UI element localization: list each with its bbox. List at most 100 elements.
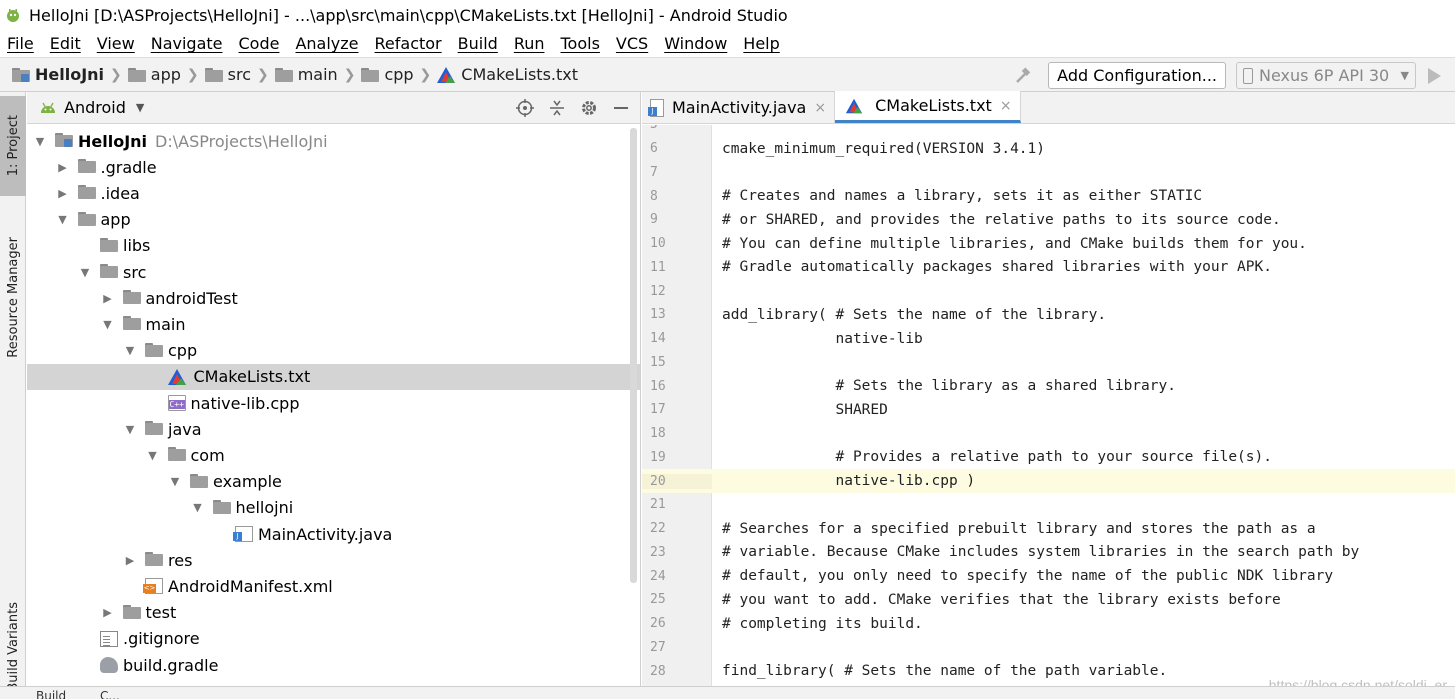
tree-item[interactable]: ▼ java [27, 416, 640, 442]
collapse-arrow-icon[interactable]: ▶ [101, 606, 115, 619]
tree-item[interactable]: ▶libs [27, 233, 640, 259]
breadcrumb-item[interactable]: HelloJni ❯ [12, 65, 128, 84]
breadcrumb-item[interactable]: main ❯ [274, 65, 362, 84]
expand-arrow-icon[interactable]: ▼ [168, 475, 182, 488]
gear-icon[interactable] [578, 97, 600, 119]
expand-arrow-icon[interactable]: ▼ [78, 266, 92, 279]
editor-tab[interactable]: J MainActivity.java × [642, 92, 836, 123]
code-line[interactable]: 26 # completing its build. [642, 612, 1455, 636]
menu-run[interactable]: Run [514, 34, 545, 53]
tree-item[interactable]: ▼ HelloJni D:\ASProjects\HelloJni [27, 128, 640, 154]
collapse-arrow-icon[interactable]: ▶ [56, 187, 70, 200]
tree-item[interactable]: ▼ app [27, 207, 640, 233]
tree-item[interactable]: ▶C++native-lib.cpp [27, 390, 640, 416]
code-line[interactable]: 10 # You can define multiple libraries, a… [642, 232, 1455, 256]
close-icon[interactable]: × [1000, 98, 1012, 114]
breadcrumb-item[interactable]: cpp ❯ [361, 65, 437, 84]
tree-item[interactable]: ▶build.gradle [27, 652, 640, 678]
collapse-all-icon[interactable] [546, 97, 568, 119]
tab-cpp[interactable]: C... [100, 689, 120, 699]
code-line[interactable]: 11 # Gradle automatically packages shared… [642, 256, 1455, 280]
code-line[interactable]: 13 add_library( # Sets the name of the li… [642, 303, 1455, 327]
menu-build[interactable]: Build [458, 34, 498, 53]
code-line[interactable]: 25 # you want to add. CMake verifies that… [642, 588, 1455, 612]
code-line[interactable]: 23 # variable. Because CMake includes sys… [642, 541, 1455, 565]
menu-file[interactable]: File [7, 34, 34, 53]
tree-item[interactable]: ▶ .idea [27, 180, 640, 206]
expand-arrow-icon[interactable]: ▼ [101, 318, 115, 331]
menu-analyze[interactable]: Analyze [295, 34, 358, 53]
device-selector[interactable]: Nexus 6P API 30 ▼ [1236, 62, 1416, 89]
locate-icon[interactable] [514, 97, 536, 119]
project-view-selector[interactable]: Android [64, 98, 126, 117]
chevron-down-icon[interactable]: ▼ [136, 101, 144, 114]
tree-item[interactable]: ▼ hellojni [27, 495, 640, 521]
menu-vcs[interactable]: VCS [616, 34, 648, 53]
expand-arrow-icon[interactable]: ▼ [146, 449, 160, 462]
code-line[interactable]: 6 cmake_minimum_required(VERSION 3.4.1) [642, 137, 1455, 161]
menu-navigate[interactable]: Navigate [151, 34, 223, 53]
expand-arrow-icon[interactable]: ▼ [123, 423, 137, 436]
expand-arrow-icon[interactable]: ▼ [56, 213, 70, 226]
code-line[interactable]: 12 [642, 279, 1455, 303]
collapse-arrow-icon[interactable]: ▶ [123, 554, 137, 567]
tab-resource-manager[interactable]: Resource Manager [0, 222, 26, 372]
code-content[interactable]: 5 6 cmake_minimum_required(VERSION 3.4.1) 7… [642, 125, 1455, 699]
add-configuration-button[interactable]: Add Configuration... [1048, 62, 1226, 89]
code-line[interactable]: 5 [642, 125, 1455, 137]
run-icon[interactable] [1428, 67, 1441, 84]
menu-code[interactable]: Code [239, 34, 280, 53]
code-line[interactable]: 19 # Provides a relative path to your so… [642, 446, 1455, 470]
expand-arrow-icon[interactable]: ▼ [33, 135, 47, 148]
close-icon[interactable]: × [814, 100, 826, 116]
code-line[interactable]: 15 [642, 351, 1455, 375]
menu-tools[interactable]: Tools [561, 34, 600, 53]
tree-item[interactable]: ▼ example [27, 469, 640, 495]
menu-view[interactable]: View [97, 34, 135, 53]
tree-item[interactable]: ▶<>AndroidManifest.xml [27, 573, 640, 599]
code-line[interactable]: 18 [642, 422, 1455, 446]
hammer-icon[interactable] [1012, 65, 1034, 87]
tree-item[interactable]: ▼ cpp [27, 338, 640, 364]
code-line[interactable]: 21 [642, 493, 1455, 517]
tree-item[interactable]: ▼ src [27, 259, 640, 285]
expand-arrow-icon[interactable]: ▼ [191, 501, 205, 514]
project-panel-scrollbar[interactable] [630, 128, 637, 583]
tab-build-variants[interactable]: Build Variants [0, 597, 26, 697]
tree-item[interactable]: ▶ androidTest [27, 285, 640, 311]
code-line[interactable]: 27 [642, 636, 1455, 660]
tree-item[interactable]: ▼ com [27, 442, 640, 468]
tree-item[interactable]: ▶ .gradle [27, 154, 640, 180]
code-line[interactable]: 22 # Searches for a specified prebuilt li… [642, 517, 1455, 541]
tree-item[interactable]: ▶.gitignore [27, 626, 640, 652]
menu-help[interactable]: Help [743, 34, 779, 53]
tree-item[interactable]: ▼ main [27, 311, 640, 337]
breadcrumb-item[interactable]: CMakeLists.txt [437, 65, 578, 84]
minimize-icon[interactable] [610, 97, 632, 119]
code-line[interactable]: 20 native-lib.cpp ) [642, 469, 1455, 493]
collapse-arrow-icon[interactable]: ▶ [101, 292, 115, 305]
tab-build[interactable]: Build [36, 689, 66, 699]
breadcrumb-item[interactable]: app ❯ [127, 65, 205, 84]
tree-item[interactable]: ▶CMakeLists.txt [27, 363, 640, 390]
menu-window[interactable]: Window [664, 34, 727, 53]
menu-edit[interactable]: Edit [50, 34, 81, 53]
tree-item[interactable]: ▶JMainActivity.java [27, 521, 640, 547]
code-text: # Provides a relative path to your sourc… [722, 449, 1272, 466]
code-line[interactable]: 24 # default, you only need to specify th… [642, 564, 1455, 588]
collapse-arrow-icon[interactable]: ▶ [56, 161, 70, 174]
tree-item[interactable]: ▶ res [27, 547, 640, 573]
tree-item[interactable]: ▶ test [27, 600, 640, 626]
editor-tab[interactable]: CMakeLists.txt × [835, 91, 1021, 123]
tab-project[interactable]: 1: Project [0, 96, 26, 196]
expand-arrow-icon[interactable]: ▼ [123, 344, 137, 357]
code-line[interactable]: 14 native-lib [642, 327, 1455, 351]
code-line[interactable]: 17 SHARED [642, 398, 1455, 422]
breadcrumb-item[interactable]: src ❯ [204, 65, 275, 84]
menu-refactor[interactable]: Refactor [375, 34, 442, 53]
code-line[interactable]: 9 # or SHARED, and provides the relative … [642, 208, 1455, 232]
code-text: native-lib [722, 330, 923, 347]
code-line[interactable]: 8 # Creates and names a library, sets it … [642, 184, 1455, 208]
code-line[interactable]: 16 # Sets the library as a shared librar… [642, 374, 1455, 398]
code-line[interactable]: 7 [642, 161, 1455, 185]
